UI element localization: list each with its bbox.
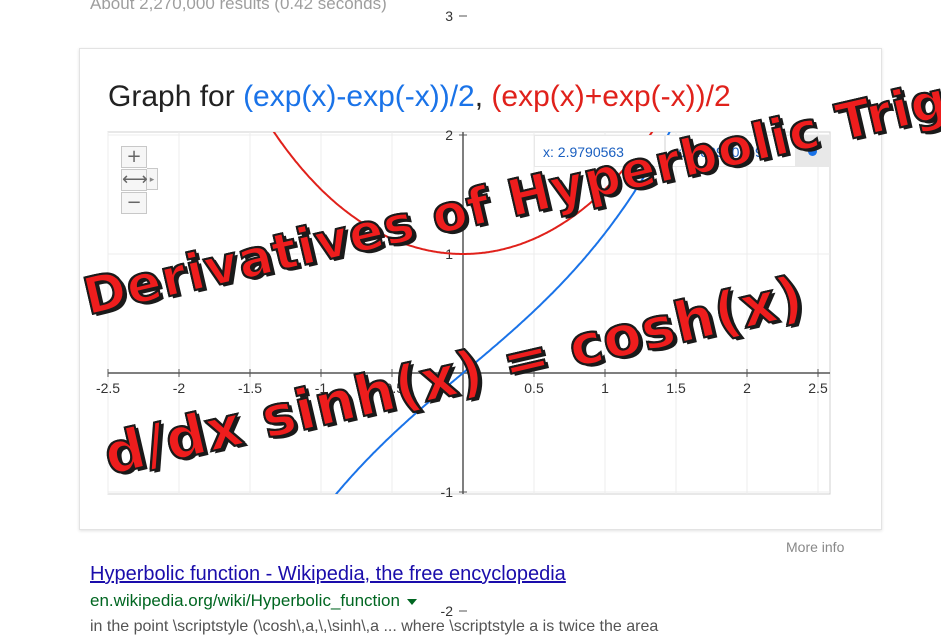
more-info-link[interactable]: More info xyxy=(786,539,844,555)
pan-expand-icon[interactable]: ▸ xyxy=(147,168,158,190)
result-title-link[interactable]: Hyperbolic function - Wikipedia, the fre… xyxy=(90,563,566,586)
x-tick-label: -2 xyxy=(173,380,186,396)
function-plot[interactable]: -2.5-2-1.5-1-0.50.511.522.5-2-11234 xyxy=(0,0,941,630)
x-tick-label: 0.5 xyxy=(524,380,544,396)
y-tick-label: 3 xyxy=(445,8,453,24)
coordinate-marker-box xyxy=(796,135,829,167)
y-tick-label: -1 xyxy=(441,484,454,500)
x-tick-label: 1.5 xyxy=(666,380,686,396)
x-tick-label: 1 xyxy=(601,380,609,396)
coordinate-y-readout: y: 9.80920259 xyxy=(665,135,796,167)
zoom-in-button[interactable]: + xyxy=(121,146,147,168)
result-url-text: en.wikipedia.org/wiki/Hyperbolic_functio… xyxy=(90,591,400,610)
x-tick-label: -1 xyxy=(315,380,328,396)
pan-button[interactable]: ⟷ xyxy=(121,169,148,191)
result-url: en.wikipedia.org/wiki/Hyperbolic_functio… xyxy=(90,591,417,611)
y-tick-label: 2 xyxy=(445,127,453,143)
x-tick-label: 2.5 xyxy=(808,380,828,396)
coordinate-x-readout: x: 2.9790563 xyxy=(534,135,665,167)
x-tick-label: 2 xyxy=(743,380,751,396)
x-tick-label: -0.5 xyxy=(380,380,404,396)
y-tick-label: -2 xyxy=(441,603,454,619)
plot-area[interactable] xyxy=(107,131,831,495)
result-snippet: in the point \scriptstyle (\cosh\,a,\,\s… xyxy=(90,618,659,635)
zoom-controls: + ⟷ − ▸ xyxy=(121,146,158,215)
x-tick-label: -2.5 xyxy=(96,380,120,396)
x-tick-label: -1.5 xyxy=(238,380,262,396)
url-dropdown-icon[interactable] xyxy=(406,598,417,605)
zoom-out-button[interactable]: − xyxy=(121,192,147,214)
coordinate-dot-icon xyxy=(808,147,817,156)
